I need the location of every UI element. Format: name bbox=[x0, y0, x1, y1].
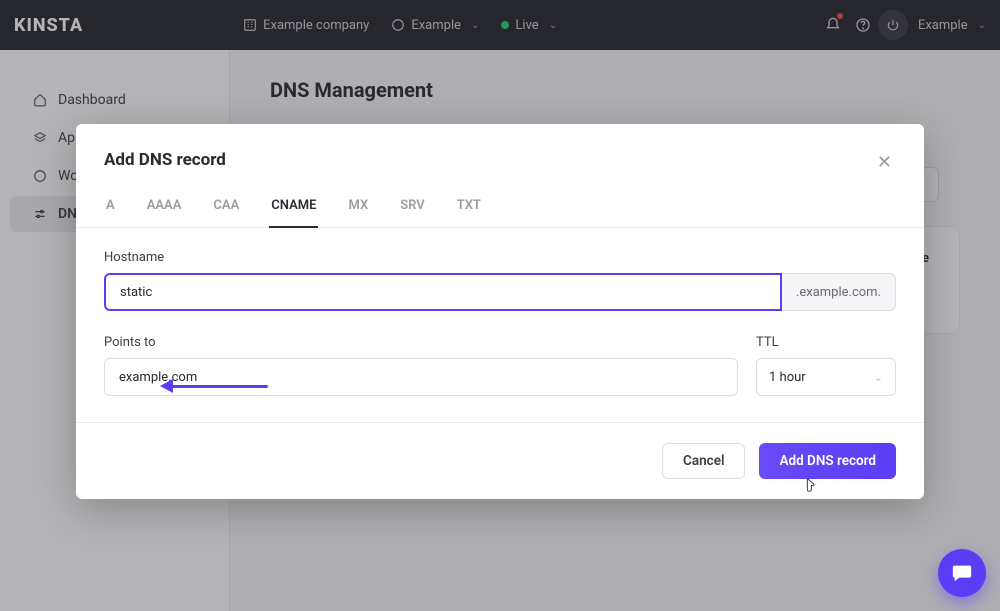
ttl-value: 1 hour bbox=[769, 370, 806, 385]
ttl-label: TTL bbox=[756, 335, 896, 350]
close-icon[interactable]: ✕ bbox=[873, 150, 896, 176]
chat-icon bbox=[951, 562, 973, 584]
tab-txt[interactable]: TXT bbox=[455, 188, 483, 227]
chevron-down-icon: ⌄ bbox=[874, 371, 883, 384]
record-type-tabs: A AAAA CAA CNAME MX SRV TXT bbox=[76, 188, 924, 228]
tab-cname[interactable]: CNAME bbox=[269, 188, 318, 227]
tab-srv[interactable]: SRV bbox=[398, 188, 427, 227]
add-dns-record-button[interactable]: Add DNS record bbox=[759, 443, 896, 479]
modal-title: Add DNS record bbox=[104, 150, 226, 170]
tab-mx[interactable]: MX bbox=[346, 188, 370, 227]
cursor-icon bbox=[802, 477, 818, 495]
hostname-suffix: .example.com. bbox=[782, 273, 896, 311]
tab-aaaa[interactable]: AAAA bbox=[145, 188, 184, 227]
hostname-label: Hostname bbox=[104, 250, 896, 265]
hostname-input[interactable] bbox=[104, 273, 782, 311]
points-to-label: Points to bbox=[104, 335, 738, 350]
cancel-button[interactable]: Cancel bbox=[662, 443, 745, 479]
tab-a[interactable]: A bbox=[104, 188, 117, 227]
chat-button[interactable] bbox=[938, 549, 986, 597]
tab-caa[interactable]: CAA bbox=[211, 188, 241, 227]
ttl-select[interactable]: 1 hour ⌄ bbox=[756, 358, 896, 396]
add-dns-record-modal: Add DNS record ✕ A AAAA CAA CNAME MX SRV… bbox=[76, 124, 924, 499]
points-to-input[interactable] bbox=[104, 358, 738, 396]
